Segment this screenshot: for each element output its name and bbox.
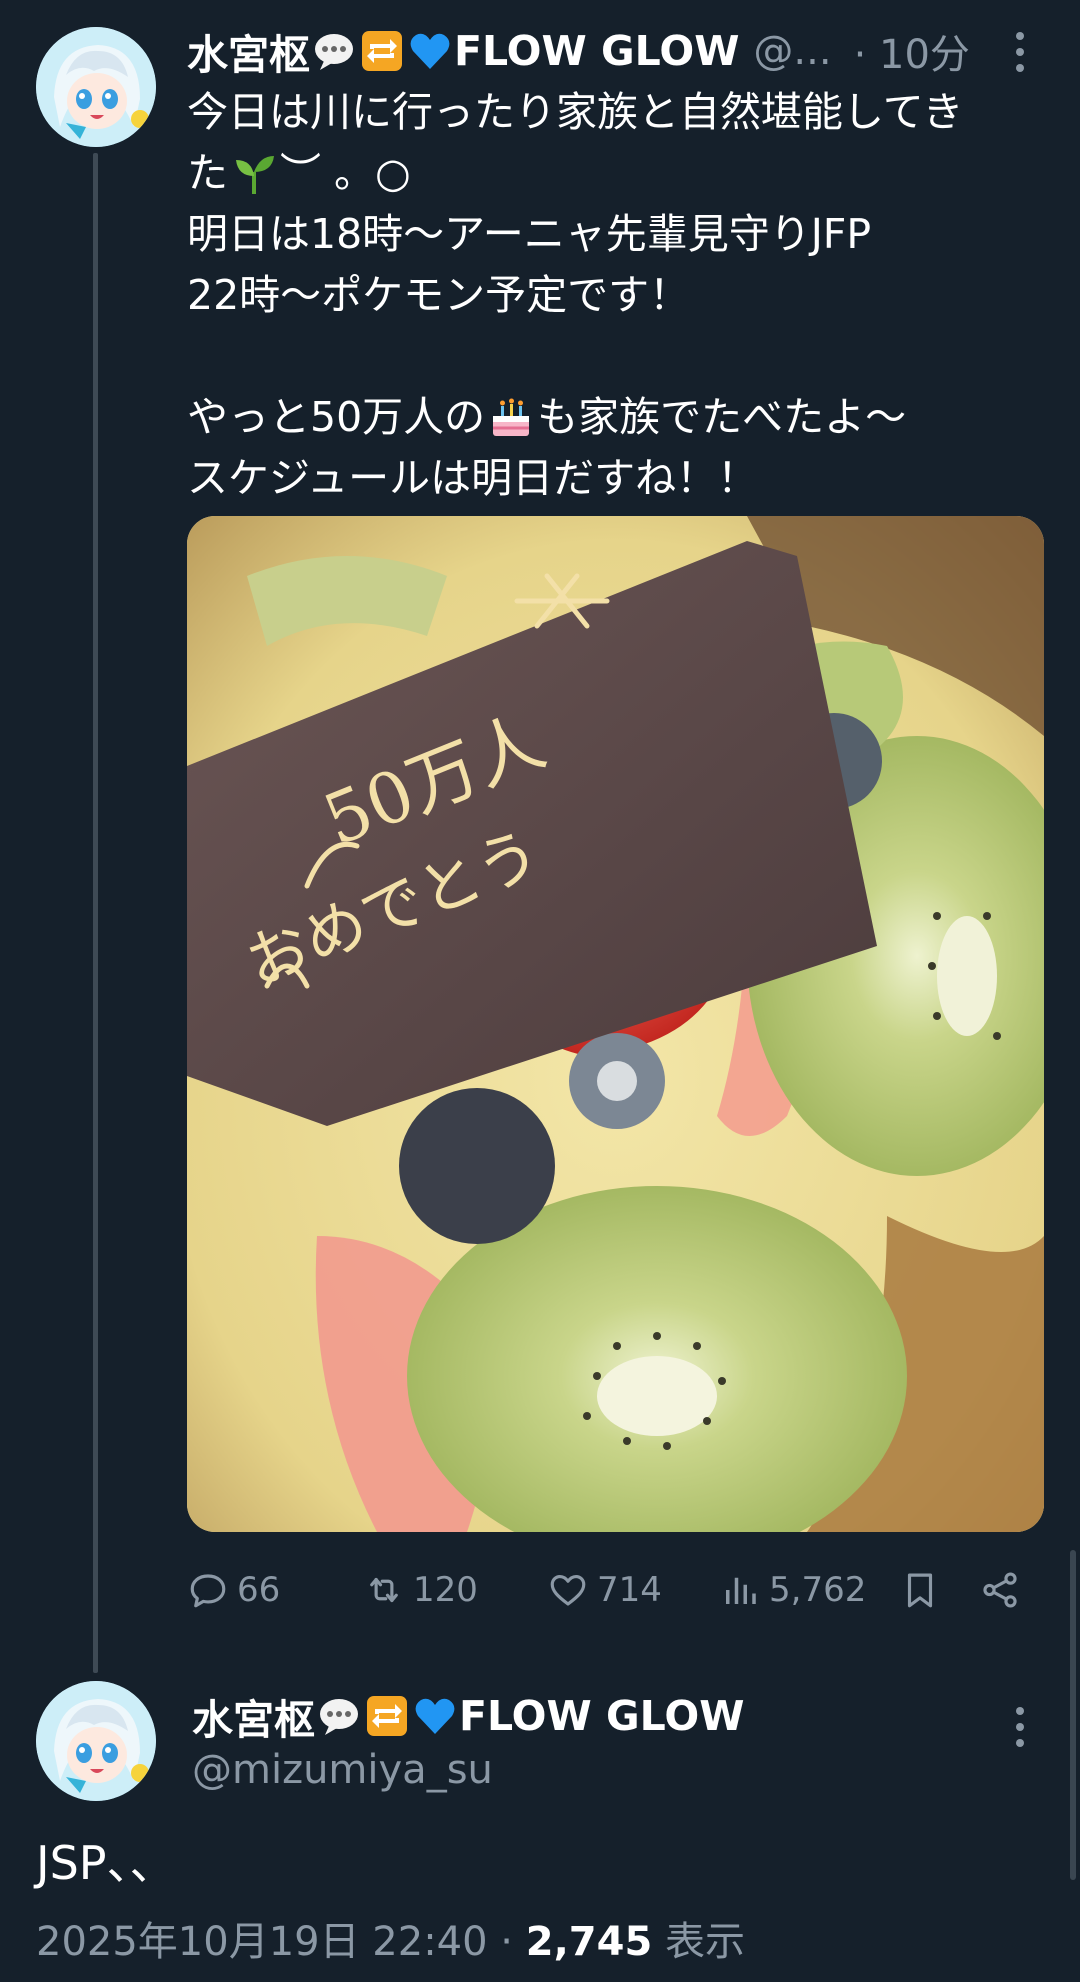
like-count: 714 xyxy=(597,1570,662,1610)
display-name-jp: 水宮枢 xyxy=(187,31,310,79)
share-icon xyxy=(983,1572,1017,1608)
blue-heart-emoji-icon xyxy=(413,1694,457,1738)
tweet-text: JSP、、 xyxy=(36,1836,176,1890)
display-name-en: FLOW GLOW xyxy=(454,27,740,75)
tweet-thread-screen: 水宮枢 FLOW GLOW @... · 10分 今日は川に行ったり家族と自然堪… xyxy=(0,0,1080,1982)
views-count: 2,745 xyxy=(525,1919,653,1965)
thread-connector-line xyxy=(93,153,98,1673)
tweet-text-line: た ︶ 。○ xyxy=(187,149,411,198)
tweet-text-line: 22時〜ポケモン予定です！ xyxy=(187,271,691,319)
tweet-photo[interactable]: 50万人 おめでとう xyxy=(187,516,1044,1532)
views-label: 表示 xyxy=(665,1919,745,1965)
birthday-cake-emoji-icon xyxy=(487,394,535,442)
retweet-count: 120 xyxy=(413,1570,478,1610)
tweet-text-line: スケジュールは明日だすね！！ xyxy=(187,454,759,502)
tweet-text-line: 明日は18時〜アーニャ先輩見守りJFP xyxy=(187,210,872,258)
tweet-meta: 2025年10月19日 22:40 · 2,745 表示 xyxy=(36,1914,745,1970)
display-name[interactable]: 水宮枢 FLOW GLOW xyxy=(187,21,739,81)
share-button[interactable] xyxy=(979,1560,1021,1620)
scrollbar[interactable] xyxy=(1070,1550,1076,1880)
avatar[interactable] xyxy=(36,1681,156,1801)
tweet-text: 今日は川に行ったり家族と自然堪能してき た ︶ 。○ 明日は18時〜アーニャ先輩… xyxy=(187,82,1047,509)
blue-heart-emoji-icon xyxy=(408,29,452,73)
heart-icon xyxy=(550,1574,586,1606)
bookmark-button[interactable] xyxy=(899,1560,941,1620)
tweet-text-line: 今日は川に行ったり家族と自然堪能してき xyxy=(187,88,964,136)
analytics-bars-icon xyxy=(726,1577,756,1604)
reply-button[interactable]: 66 xyxy=(187,1560,280,1620)
more-options-icon[interactable] xyxy=(1000,22,1040,82)
timestamp[interactable]: · 10分 xyxy=(854,22,970,80)
handle[interactable]: @mizumiya_su xyxy=(192,1744,493,1796)
avatar[interactable] xyxy=(36,27,156,147)
display-name[interactable]: 水宮枢 FLOW GLOW xyxy=(192,1685,744,1747)
repeat-arrows-emoji-icon xyxy=(360,29,404,73)
reply-icon xyxy=(190,1574,226,1608)
meta-separator: · xyxy=(487,1919,526,1965)
repeat-arrows-emoji-icon xyxy=(365,1694,409,1738)
reply-count: 66 xyxy=(237,1570,281,1610)
tweet-text-line: やっと50万人の も家族でたべたよ〜 xyxy=(187,393,907,442)
seedling-emoji-icon xyxy=(230,150,278,198)
bookmark-icon xyxy=(907,1573,933,1608)
more-options-icon[interactable] xyxy=(1000,1697,1040,1757)
display-name-en: FLOW GLOW xyxy=(459,1692,745,1740)
views-count: 5,762 xyxy=(769,1570,867,1610)
display-name-jp: 水宮枢 xyxy=(192,1696,315,1744)
speech-bubble-emoji-icon xyxy=(312,29,356,73)
views-button[interactable]: 5,762 xyxy=(719,1560,866,1620)
timestamp[interactable]: 2025年10月19日 22:40 xyxy=(36,1919,488,1965)
tweet-actions: 66 120 714 5,762 xyxy=(187,1560,1042,1620)
handle[interactable]: @... xyxy=(753,28,831,74)
like-button[interactable]: 714 xyxy=(547,1560,662,1620)
speech-bubble-emoji-icon xyxy=(317,1694,361,1738)
retweet-button[interactable]: 120 xyxy=(363,1560,478,1620)
retweet-icon xyxy=(370,1577,398,1603)
tweet-header: 水宮枢 FLOW GLOW @... · 10分 xyxy=(187,20,1060,82)
